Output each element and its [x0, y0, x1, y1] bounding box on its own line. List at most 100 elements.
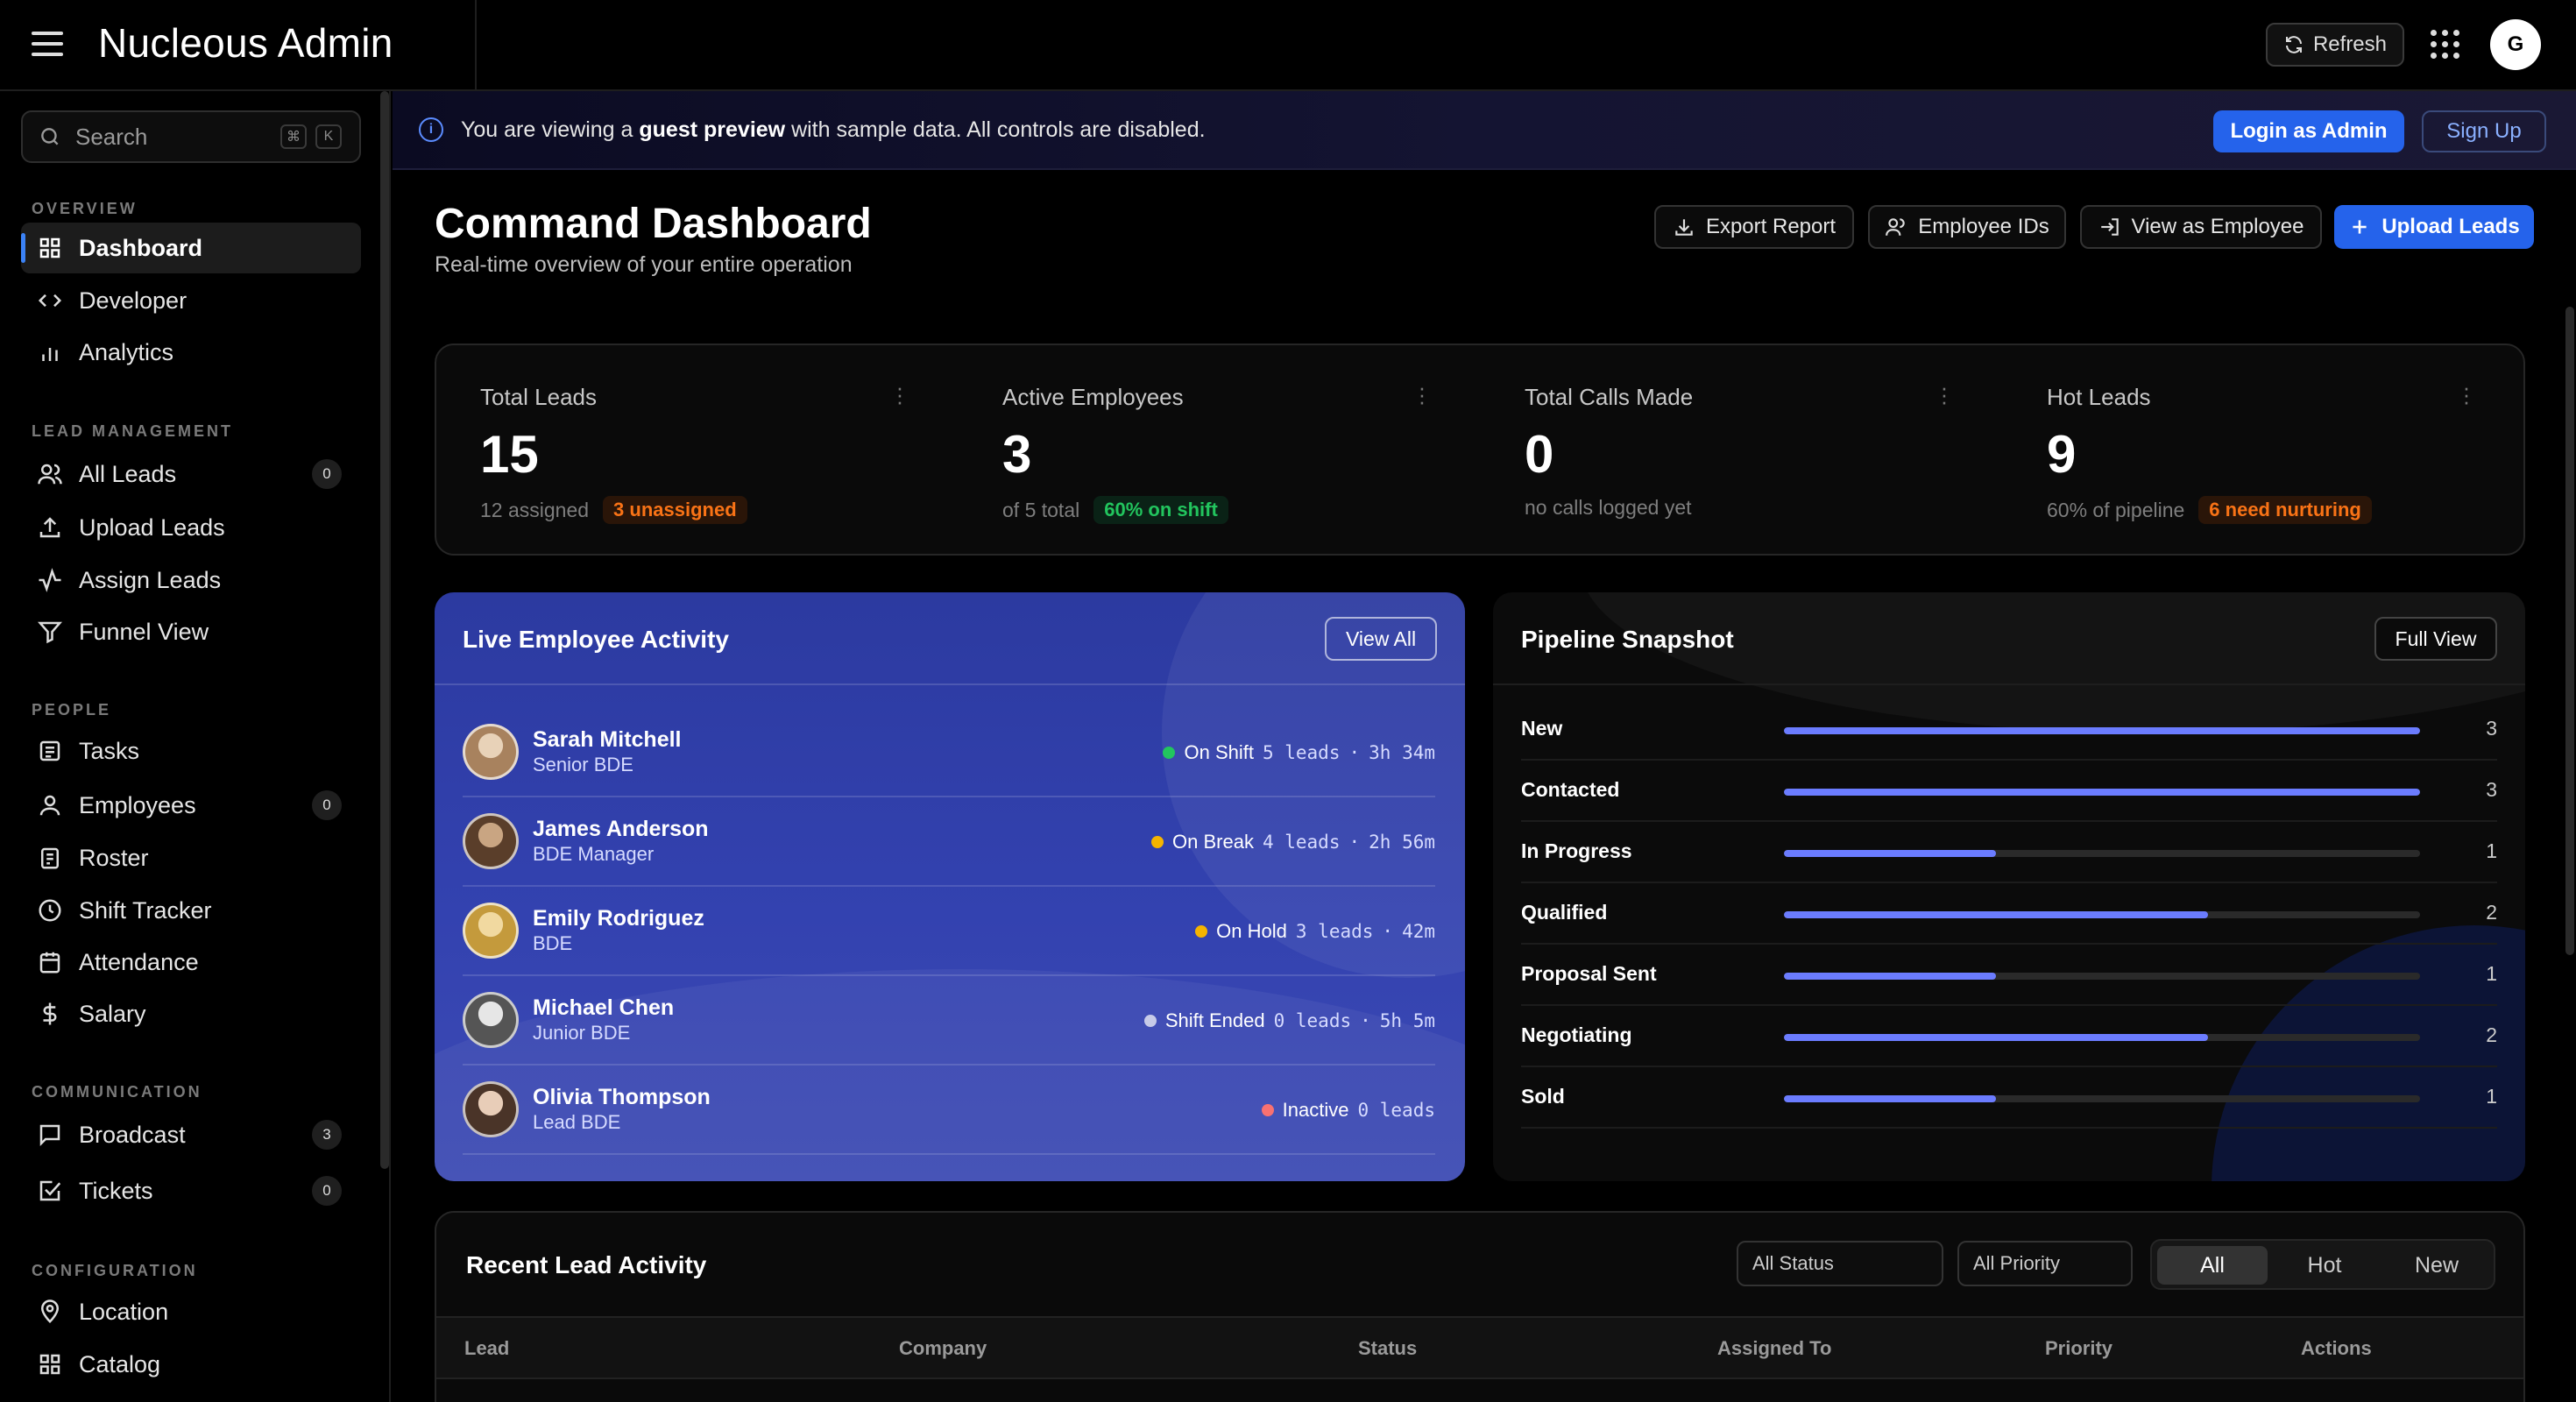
main-scrollbar[interactable] — [2565, 307, 2574, 955]
pipeline-stage-row[interactable]: Sold 1 — [1521, 1067, 2497, 1129]
user-avatar[interactable]: G — [2490, 19, 2541, 70]
pipeline-stage-row[interactable]: In Progress 1 — [1521, 822, 2497, 883]
search-input[interactable]: Search ⌘ K — [21, 110, 361, 163]
apps-grid-icon[interactable] — [2431, 30, 2460, 60]
sidebar-item-broadcast[interactable]: Broadcast 3 — [21, 1109, 361, 1160]
sidebar-scrollbar[interactable] — [380, 91, 389, 1169]
sidebar-item-attendance[interactable]: Attendance — [21, 937, 361, 988]
sidebar-item-location[interactable]: Location — [21, 1286, 361, 1337]
refresh-label: Refresh — [2312, 32, 2388, 56]
sidebar-item-dashboard[interactable]: Dashboard — [21, 223, 361, 273]
view-all-button[interactable]: View All — [1325, 617, 1437, 661]
lead-filter-segmented-control: All Hot New — [2150, 1239, 2495, 1290]
hamburger-menu-icon[interactable] — [32, 32, 63, 58]
employee-ids-button[interactable]: Employee IDs — [1868, 205, 2066, 249]
employee-status: Shift Ended 0 leads · 5h 5m — [1143, 1009, 1435, 1032]
stage-progress-track — [1784, 850, 2420, 857]
more-vertical-icon[interactable]: · · · — [2462, 376, 2471, 413]
employee-role: BDE Manager — [533, 843, 655, 865]
refresh-button[interactable]: Refresh — [2266, 23, 2404, 67]
sidebar-item-funnel-view[interactable]: Funnel View — [21, 606, 361, 657]
stage-progress-fill — [1784, 1095, 1996, 1102]
sidebar-item-label: Funnel View — [79, 618, 209, 645]
employee-name: Emily Rodriguez — [533, 906, 704, 931]
stage-progress-track — [1784, 911, 2420, 918]
sidebar-item-catalog[interactable]: Catalog — [21, 1339, 361, 1390]
column-header-lead[interactable]: Lead — [464, 1337, 509, 1360]
stage-count: 3 — [2486, 778, 2497, 801]
employee-row[interactable]: James Anderson BDE Manager On Break 4 leads… — [463, 797, 1435, 887]
sidebar-item-roster[interactable]: Roster — [21, 832, 361, 883]
sidebar-item-tasks[interactable]: Tasks — [21, 726, 361, 776]
sidebar-item-assign-leads[interactable]: Assign Leads — [21, 555, 361, 605]
dollar-icon — [43, 1002, 57, 1025]
stat-sub-text: of 5 total — [1002, 498, 1080, 521]
stat-sub-text: 12 assigned — [480, 498, 590, 521]
sidebar-item-upload-leads[interactable]: Upload Leads — [21, 502, 361, 553]
column-header-status[interactable]: Status — [1358, 1337, 1417, 1360]
full-view-button[interactable]: Full View — [2374, 617, 2497, 661]
pipeline-stage-row[interactable]: Contacted 3 — [1521, 761, 2497, 822]
stat-sub: no calls logged yet — [1525, 496, 1692, 520]
separator-dot: · — [1348, 832, 1361, 853]
segment-hot[interactable]: Hot — [2269, 1246, 2380, 1285]
employee-row[interactable]: Sarah Mitchell Senior BDE On Shift 5 leads ·… — [463, 708, 1435, 797]
stage-progress-fill — [1784, 789, 2420, 796]
task-list-icon — [39, 740, 60, 761]
count-badge: 0 — [312, 459, 342, 489]
pipeline-stage-row[interactable]: Qualified 2 — [1521, 883, 2497, 945]
column-header-priority[interactable]: Priority — [2045, 1337, 2112, 1360]
sign-up-button[interactable]: Sign Up — [2422, 110, 2546, 152]
employee-role: Junior BDE — [533, 1022, 631, 1044]
status-text: Inactive — [1282, 1099, 1349, 1121]
stage-progress-fill — [1784, 911, 2208, 918]
sidebar-item-label: Analytics — [79, 338, 174, 365]
sidebar-item-label: Tasks — [79, 737, 140, 764]
employee-row[interactable]: Emily Rodriguez BDE On Hold 3 leads · 42m — [463, 887, 1435, 976]
employee-row[interactable]: Olivia Thompson Lead BDE Inactive 0 leads — [463, 1066, 1435, 1155]
sidebar-item-employees[interactable]: Employees 0 — [21, 780, 361, 831]
banner-bold: guest preview — [639, 117, 786, 142]
stage-count: 1 — [2486, 1085, 2497, 1108]
priority-filter-select[interactable]: All Priority — [1957, 1241, 2133, 1286]
segment-new[interactable]: New — [2381, 1246, 2492, 1285]
sidebar-item-label: Broadcast — [79, 1121, 186, 1148]
sidebar-item-developer[interactable]: Developer — [21, 275, 361, 326]
status-filter-select[interactable]: All Status — [1737, 1241, 1943, 1286]
view-as-employee-button[interactable]: View as Employee — [2080, 205, 2322, 249]
column-header-assigned-to[interactable]: Assigned To — [1717, 1337, 1831, 1360]
stat-label: Total Calls Made — [1525, 384, 1694, 410]
employee-status: Inactive 0 leads — [1261, 1099, 1435, 1122]
pipeline-stage-row[interactable]: Proposal Sent 1 — [1521, 945, 2497, 1006]
top-bar: Nucleous Admin Refresh G — [0, 0, 2576, 91]
stage-count: 3 — [2486, 717, 2497, 740]
upload-leads-button[interactable]: Upload Leads — [2334, 205, 2534, 249]
more-vertical-icon[interactable]: · · · — [1418, 376, 1426, 413]
pipeline-stage-row[interactable]: New 3 — [1521, 699, 2497, 761]
section-configuration: CONFIGURATION — [32, 1262, 198, 1279]
pipeline-stage-row[interactable]: Negotiating 2 — [1521, 1006, 2497, 1067]
column-header-actions: Actions — [2301, 1337, 2372, 1359]
stat-sub-text: no calls logged yet — [1525, 496, 1692, 519]
more-vertical-icon[interactable]: · · · — [895, 376, 904, 413]
segment-all[interactable]: All — [2157, 1246, 2268, 1285]
employee-row[interactable]: Michael Chen Junior BDE Shift Ended 0 leads… — [463, 976, 1435, 1066]
stat-pill: 60% on shift — [1093, 496, 1228, 524]
export-report-button[interactable]: Export Report — [1654, 205, 1854, 249]
pipeline-snapshot-card: Pipeline Snapshot Full View New 3 Contacte… — [1493, 592, 2525, 1181]
login-as-admin-button[interactable]: Login as Admin — [2213, 110, 2404, 152]
sidebar-item-analytics[interactable]: Analytics — [21, 327, 361, 378]
download-icon — [1675, 219, 1693, 236]
sidebar-item-salary[interactable]: Salary — [21, 988, 361, 1039]
stage-label: Proposal Sent — [1521, 962, 1657, 985]
sidebar-item-all-leads[interactable]: All Leads 0 — [21, 449, 361, 499]
card-title: Live Employee Activity — [463, 626, 729, 653]
stat-sub: 12 assigned 3 unassigned — [480, 496, 747, 524]
employee-status: On Break 4 leads · 2h 56m — [1151, 831, 1435, 853]
stats-panel: Total Leads · · · 15 12 assigned 3 unassign… — [435, 343, 2525, 556]
sidebar: Search ⌘ K OVERVIEW Dashboard Developer … — [0, 91, 391, 1402]
sidebar-item-tickets[interactable]: Tickets 0 — [21, 1165, 361, 1216]
column-header-company[interactable]: Company — [899, 1337, 987, 1360]
more-vertical-icon[interactable]: · · · — [1940, 376, 1949, 413]
sidebar-item-shift-tracker[interactable]: Shift Tracker — [21, 885, 361, 936]
